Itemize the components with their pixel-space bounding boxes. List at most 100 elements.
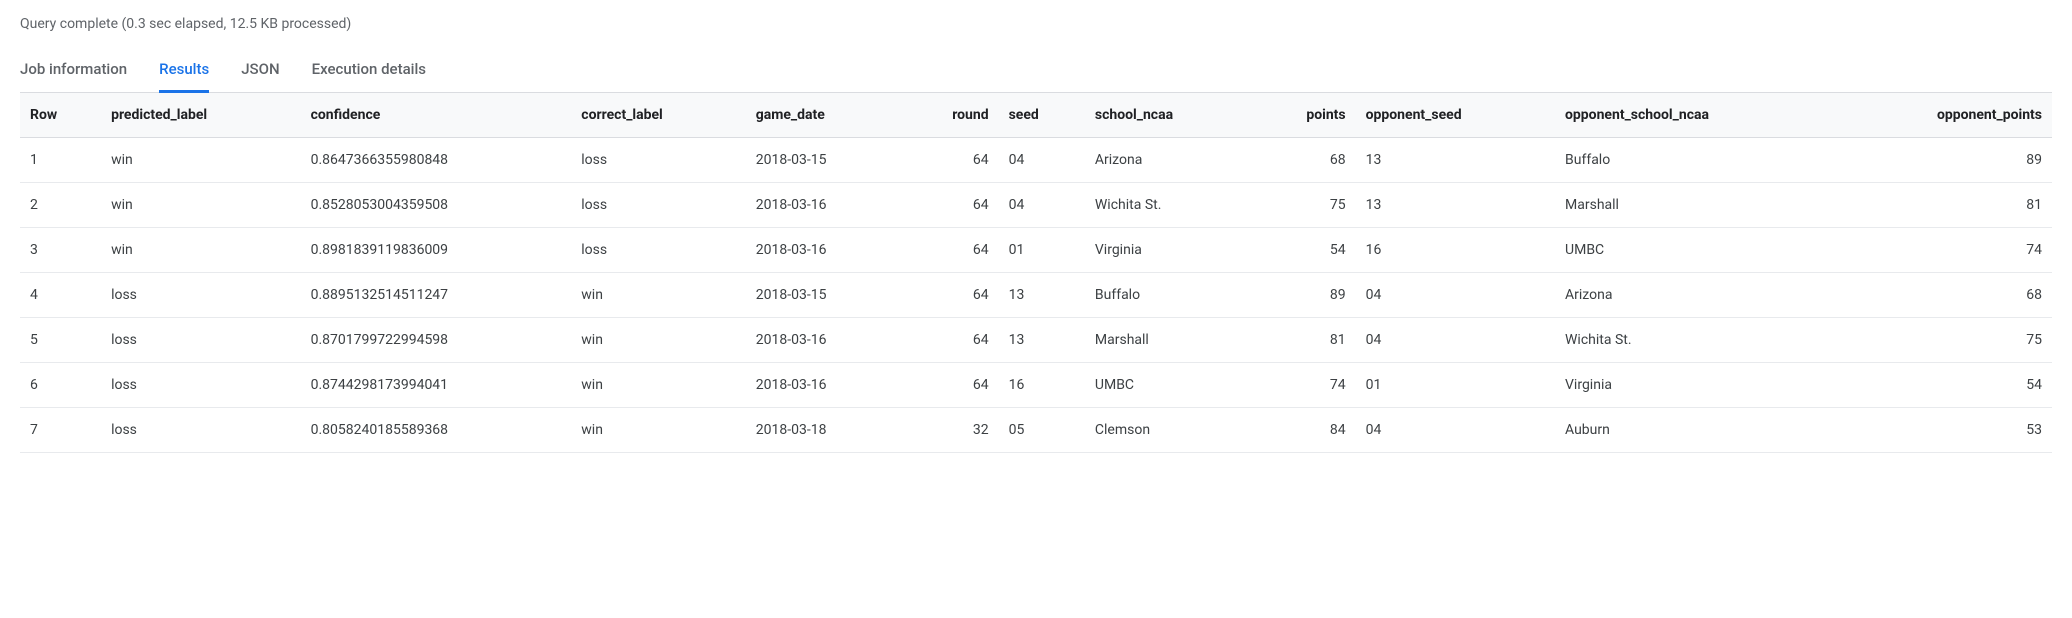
table-row: 6loss0.8744298173994041win2018-03-166416… [20,363,2052,408]
result-tabs: Job information Results JSON Execution deta… [20,52,2052,93]
cell-seed: 13 [999,318,1085,363]
cell-confidence: 0.8981839119836009 [301,228,572,273]
cell-game_date: 2018-03-18 [746,408,902,453]
cell-correct_label: loss [571,138,745,183]
table-row: 2win0.8528053004359508loss2018-03-166404… [20,183,2052,228]
cell-game_date: 2018-03-16 [746,363,902,408]
cell-predicted_label: loss [101,273,301,318]
cell-round: 32 [902,408,999,453]
cell-points: 68 [1254,138,1356,183]
cell-points: 81 [1254,318,1356,363]
cell-opponent_school_ncaa: Wichita St. [1555,318,1837,363]
table-row: 4loss0.8895132514511247win2018-03-156413… [20,273,2052,318]
column-header-opponent_seed: opponent_seed [1356,93,1555,138]
cell-seed: 13 [999,273,1085,318]
cell-predicted_label: loss [101,318,301,363]
table-row: 1win0.8647366355980848loss2018-03-156404… [20,138,2052,183]
column-header-opponent_school_ncaa: opponent_school_ncaa [1555,93,1837,138]
cell-school_ncaa: Clemson [1085,408,1254,453]
cell-points: 74 [1254,363,1356,408]
cell-predicted_label: loss [101,408,301,453]
cell-row: 5 [20,318,101,363]
cell-correct_label: win [571,408,745,453]
cell-correct_label: loss [571,183,745,228]
column-header-round: round [902,93,999,138]
table-row: 7loss0.8058240185589368win2018-03-183205… [20,408,2052,453]
query-status: Query complete (0.3 sec elapsed, 12.5 KB… [20,16,2052,32]
column-header-confidence: confidence [301,93,572,138]
cell-school_ncaa: Marshall [1085,318,1254,363]
cell-opponent_points: 75 [1837,318,2052,363]
cell-confidence: 0.8701799722994598 [301,318,572,363]
column-header-points: points [1254,93,1356,138]
cell-opponent_seed: 13 [1356,183,1555,228]
column-header-school_ncaa: school_ncaa [1085,93,1254,138]
cell-correct_label: win [571,273,745,318]
cell-row: 7 [20,408,101,453]
cell-opponent_school_ncaa: Virginia [1555,363,1837,408]
cell-seed: 01 [999,228,1085,273]
cell-points: 54 [1254,228,1356,273]
tab-json[interactable]: JSON [241,52,279,93]
cell-opponent_points: 89 [1837,138,2052,183]
cell-opponent_seed: 16 [1356,228,1555,273]
cell-round: 64 [902,273,999,318]
cell-seed: 16 [999,363,1085,408]
cell-points: 75 [1254,183,1356,228]
cell-row: 2 [20,183,101,228]
results-table: Rowpredicted_labelconfidencecorrect_labe… [20,93,2052,453]
cell-game_date: 2018-03-16 [746,228,902,273]
cell-opponent_school_ncaa: UMBC [1555,228,1837,273]
cell-opponent_school_ncaa: Marshall [1555,183,1837,228]
cell-opponent_seed: 04 [1356,273,1555,318]
cell-row: 3 [20,228,101,273]
cell-correct_label: win [571,363,745,408]
cell-opponent_school_ncaa: Auburn [1555,408,1837,453]
cell-game_date: 2018-03-16 [746,183,902,228]
cell-predicted_label: loss [101,363,301,408]
cell-confidence: 0.8744298173994041 [301,363,572,408]
column-header-seed: seed [999,93,1085,138]
cell-correct_label: win [571,318,745,363]
cell-school_ncaa: Arizona [1085,138,1254,183]
cell-predicted_label: win [101,228,301,273]
cell-seed: 04 [999,183,1085,228]
cell-opponent_seed: 04 [1356,408,1555,453]
column-header-game_date: game_date [746,93,902,138]
column-header-predicted_label: predicted_label [101,93,301,138]
cell-round: 64 [902,228,999,273]
cell-opponent_points: 54 [1837,363,2052,408]
cell-confidence: 0.8647366355980848 [301,138,572,183]
cell-opponent_school_ncaa: Buffalo [1555,138,1837,183]
cell-game_date: 2018-03-15 [746,273,902,318]
cell-row: 1 [20,138,101,183]
cell-confidence: 0.8895132514511247 [301,273,572,318]
cell-opponent_seed: 13 [1356,138,1555,183]
column-header-correct_label: correct_label [571,93,745,138]
cell-game_date: 2018-03-15 [746,138,902,183]
cell-opponent_seed: 01 [1356,363,1555,408]
tab-results[interactable]: Results [159,52,209,93]
tab-execution-details[interactable]: Execution details [312,52,426,93]
cell-correct_label: loss [571,228,745,273]
table-body: 1win0.8647366355980848loss2018-03-156404… [20,138,2052,453]
column-header-opponent_points: opponent_points [1837,93,2052,138]
cell-opponent_points: 81 [1837,183,2052,228]
cell-school_ncaa: Virginia [1085,228,1254,273]
tab-job-information[interactable]: Job information [20,52,127,93]
table-header: Rowpredicted_labelconfidencecorrect_labe… [20,93,2052,138]
cell-opponent_points: 53 [1837,408,2052,453]
cell-predicted_label: win [101,138,301,183]
cell-opponent_points: 68 [1837,273,2052,318]
cell-round: 64 [902,318,999,363]
cell-confidence: 0.8058240185589368 [301,408,572,453]
cell-school_ncaa: Buffalo [1085,273,1254,318]
cell-school_ncaa: UMBC [1085,363,1254,408]
column-header-row: Row [20,93,101,138]
cell-row: 6 [20,363,101,408]
cell-points: 89 [1254,273,1356,318]
cell-opponent_school_ncaa: Arizona [1555,273,1837,318]
cell-game_date: 2018-03-16 [746,318,902,363]
cell-predicted_label: win [101,183,301,228]
cell-opponent_seed: 04 [1356,318,1555,363]
